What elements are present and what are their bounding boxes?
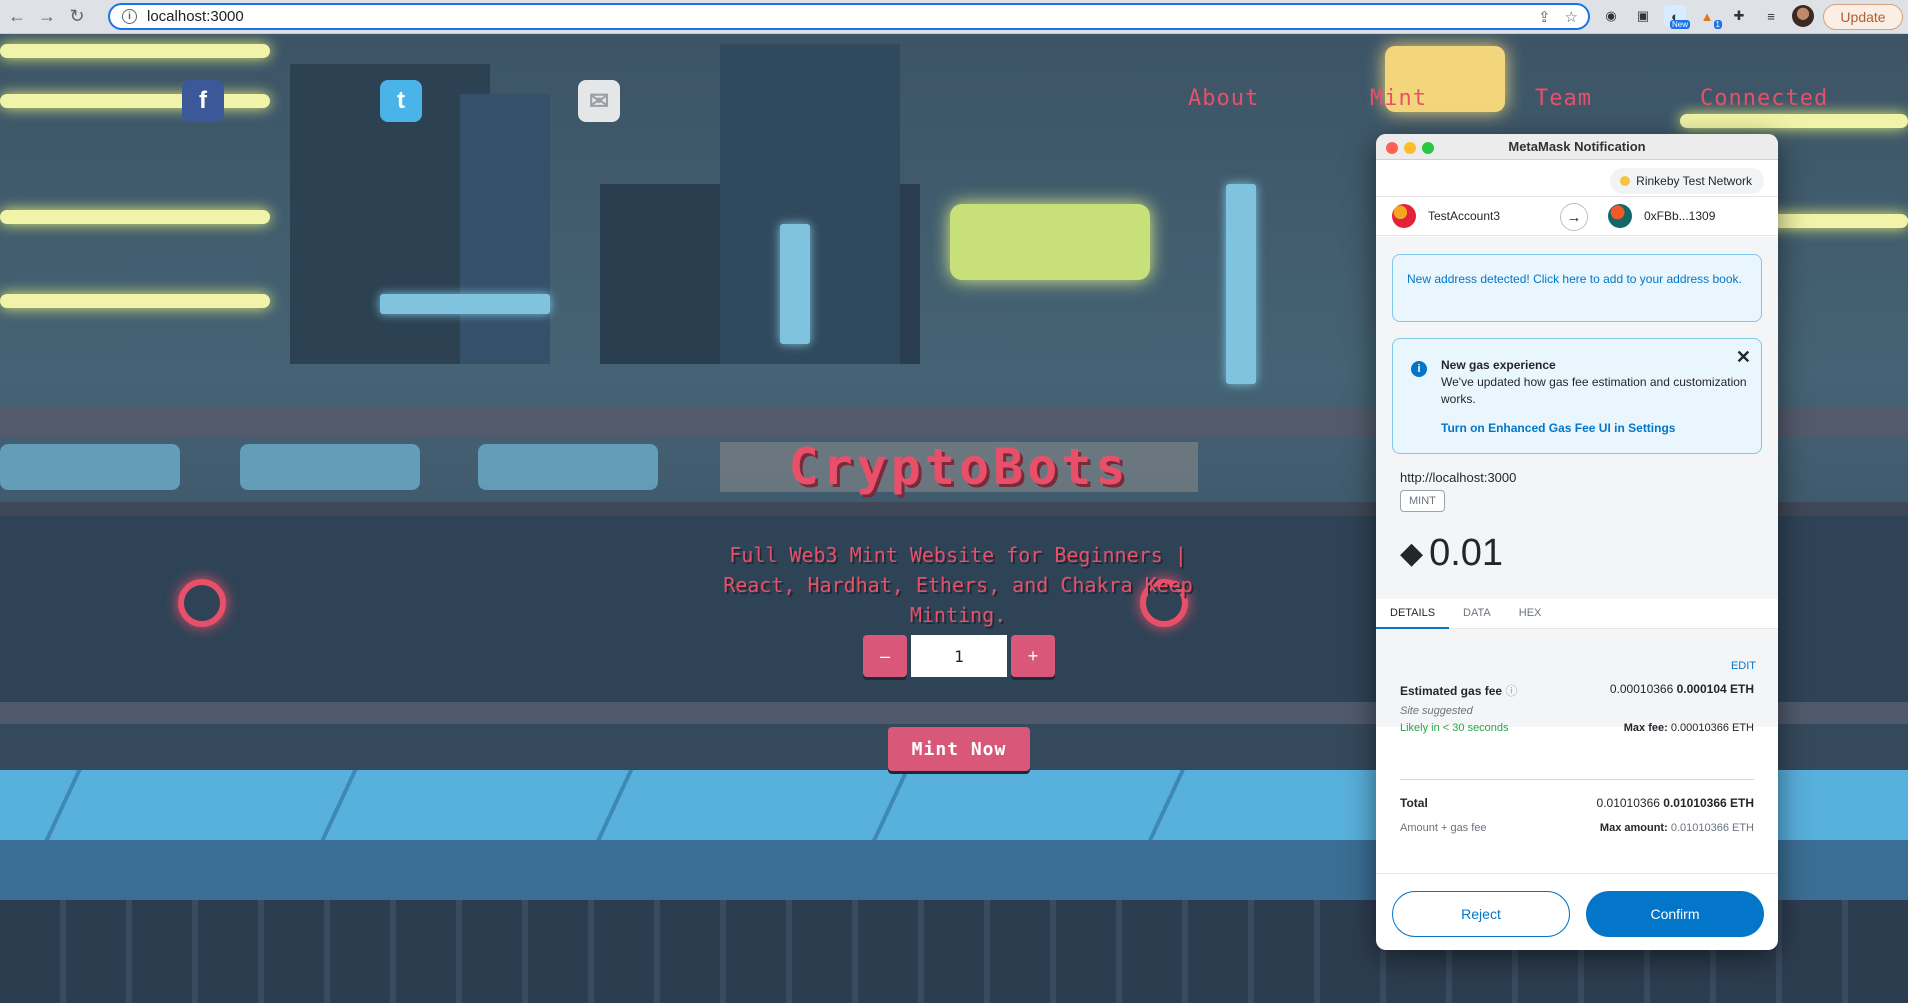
info-icon: i [1411, 361, 1427, 377]
gas-info-icon: ⓘ [1505, 684, 1518, 698]
neon-sign [0, 294, 270, 308]
email-icon[interactable]: ✉ [578, 80, 620, 122]
site-suggested-label: Site suggested [1400, 705, 1473, 717]
metamask-notification-window: MetaMask Notification Rinkeby Test Netwo… [1376, 134, 1778, 950]
billboard [950, 204, 1150, 280]
update-button[interactable]: Update [1823, 4, 1903, 30]
gas-banner-title: New gas experience [1441, 358, 1556, 372]
neon-sign [0, 94, 270, 108]
minimize-window-icon[interactable] [1404, 142, 1416, 154]
detail-tabs: DETAILS DATA HEX [1376, 599, 1778, 629]
eth-icon: ◆ [1400, 537, 1424, 570]
neon-ring [178, 579, 226, 627]
extensions-puzzle-icon[interactable]: ✚ [1728, 5, 1750, 27]
browser-toolbar: ← → ↻ i localhost:3000 ⇪ ☆ ◉ ▣ ◐ New ▲ 1 ✚… [0, 0, 1908, 34]
tab-hex[interactable]: HEX [1505, 599, 1556, 629]
max-amount: Max amount: 0.01010366 ETH [1599, 822, 1754, 834]
mint-now-button[interactable]: Mint Now [888, 727, 1030, 771]
neon-sign [1680, 114, 1908, 128]
nav-connected[interactable]: Connected [1700, 86, 1828, 111]
confirm-button[interactable]: Confirm [1586, 891, 1764, 937]
nav-about[interactable]: About [1188, 86, 1259, 111]
footer-divider [1376, 873, 1778, 874]
total-value: 0.01010366 0.01010366 ETH [1596, 796, 1754, 810]
arrow-right-icon: → [1560, 203, 1588, 231]
to-account-avatar [1608, 204, 1632, 228]
increment-button[interactable]: + [1011, 635, 1055, 677]
tower-window [780, 224, 810, 344]
neon-sign [0, 210, 270, 224]
extension-new-badge: New [1669, 20, 1690, 29]
to-account-address[interactable]: 0xFBb...1309 [1644, 209, 1715, 223]
nav-mint[interactable]: Mint [1370, 86, 1427, 111]
extension-globe-icon[interactable]: ◉ [1600, 5, 1622, 27]
transaction-amount: ◆ 0.01 [1400, 532, 1503, 575]
hero-title: CryptoBots [720, 442, 1198, 492]
method-tag: MINT [1400, 490, 1445, 512]
divider [1400, 779, 1754, 780]
window-titlebar: MetaMask Notification [1376, 134, 1778, 160]
tab-data[interactable]: DATA [1449, 599, 1505, 629]
from-account-avatar [1392, 204, 1416, 228]
tower-window [1226, 184, 1256, 384]
gas-experience-banner: i New gas experience We've updated how g… [1392, 338, 1762, 454]
account-transfer-bar: TestAccount3 → 0xFBb...1309 [1376, 196, 1778, 236]
extension-new-icon[interactable]: ◐ New [1664, 5, 1690, 29]
decrement-button[interactable]: – [863, 635, 907, 677]
rail-glass [240, 444, 420, 490]
likely-time: Likely in < 30 seconds [1400, 722, 1509, 734]
hero-subtitle: Full Web3 Mint Website for Beginners | R… [723, 543, 1193, 627]
from-account-name: TestAccount3 [1428, 209, 1501, 223]
window-title: MetaMask Notification [1508, 139, 1646, 154]
network-badge: Rinkeby Test Network [1610, 168, 1764, 194]
gas-banner-body: We've updated how gas fee estimation and… [1441, 375, 1747, 406]
building [460, 94, 550, 364]
metamask-badge-count: 1 [1713, 20, 1722, 29]
metamask-fox-icon[interactable]: ▲ 1 [1696, 5, 1722, 29]
twitter-icon[interactable]: t [380, 80, 422, 122]
edit-button[interactable]: EDIT [1731, 660, 1756, 672]
back-icon[interactable]: ← [4, 4, 30, 30]
close-window-icon[interactable] [1386, 142, 1398, 154]
tab-details[interactable]: DETAILS [1376, 599, 1450, 629]
neon-sign [0, 44, 270, 58]
nav-team[interactable]: Team [1535, 86, 1592, 111]
enhanced-gas-ui-link[interactable]: Turn on Enhanced Gas Fee UI in Settings [1441, 420, 1747, 437]
address-bar[interactable]: i localhost:3000 ⇪ ☆ [108, 3, 1590, 30]
site-origin: http://localhost:3000 [1400, 470, 1517, 485]
maximize-window-icon[interactable] [1422, 142, 1434, 154]
profile-avatar[interactable] [1792, 5, 1814, 27]
extension-camera-icon[interactable]: ▣ [1632, 5, 1654, 27]
reading-list-icon[interactable]: ≡ [1760, 5, 1782, 27]
address-bar-url: localhost:3000 [147, 8, 244, 25]
facebook-icon[interactable]: f [182, 80, 224, 122]
gas-fee-value: 0.00010366 0.000104 ETH [1609, 682, 1754, 696]
rail-glass [478, 444, 658, 490]
quantity-input[interactable]: 1 [911, 635, 1007, 677]
close-icon[interactable]: ✕ [1736, 348, 1751, 366]
tower-window [380, 294, 550, 314]
reject-button[interactable]: Reject [1392, 891, 1570, 937]
max-fee: Max fee: 0.00010366 ETH [1623, 722, 1754, 734]
new-address-banner[interactable]: New address detected! Click here to add … [1392, 254, 1762, 322]
amount-value: 0.01 [1429, 532, 1504, 574]
amount-gas-label: Amount + gas fee [1400, 822, 1487, 834]
reload-icon[interactable]: ↻ [64, 4, 90, 30]
site-info-icon[interactable]: i [122, 9, 137, 24]
bookmark-star-icon[interactable]: ☆ [1565, 8, 1578, 26]
rail-glass [0, 444, 180, 490]
forward-icon[interactable]: → [34, 4, 60, 30]
gas-fee-label: Estimated gas fee ⓘ [1400, 684, 1518, 698]
share-icon[interactable]: ⇪ [1538, 8, 1551, 26]
total-label: Total [1400, 796, 1428, 810]
building [720, 44, 900, 364]
